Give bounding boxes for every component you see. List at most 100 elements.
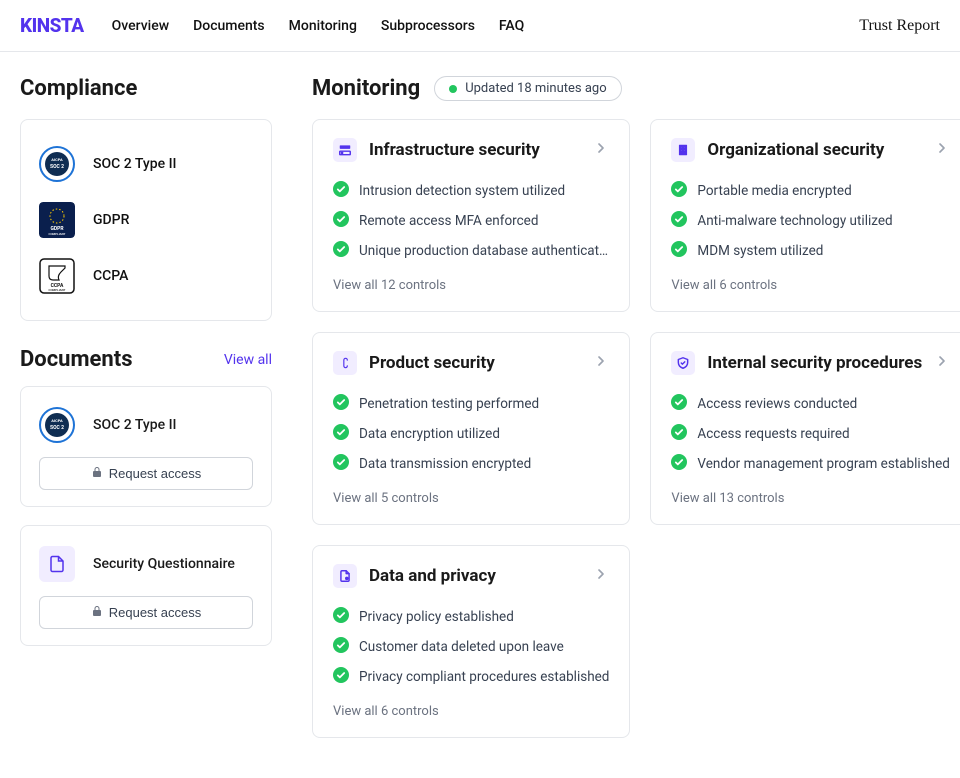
internal-icon xyxy=(671,351,695,375)
control-label: Access reviews conducted xyxy=(697,396,857,412)
control-label: Customer data deleted upon leave xyxy=(359,639,564,655)
nav-faq[interactable]: FAQ xyxy=(499,18,524,34)
check-icon xyxy=(333,607,349,627)
monitoring-card-header-infrastructure-security[interactable]: Infrastructure security xyxy=(333,138,609,162)
check-icon xyxy=(333,637,349,657)
documents-heading: Documents xyxy=(20,347,133,372)
monitoring-card-title: Organizational security xyxy=(707,140,884,160)
nav-overview[interactable]: Overview xyxy=(112,18,169,34)
updated-text: Updated 18 minutes ago xyxy=(465,81,606,96)
control-item: Intrusion detection system utilized xyxy=(333,176,609,206)
control-label: Vendor management program established xyxy=(697,456,949,472)
control-label: Penetration testing performed xyxy=(359,396,539,412)
control-item: Remote access MFA enforced xyxy=(333,206,609,236)
soc2-badge-icon: AICPA SOC 2 xyxy=(39,407,75,443)
monitoring-card-title: Data and privacy xyxy=(369,566,496,586)
compliance-item-label: GDPR xyxy=(93,212,129,228)
chevron-right-icon xyxy=(593,566,609,586)
lock-icon xyxy=(91,605,103,620)
infra-icon xyxy=(333,138,357,162)
request-access-button[interactable]: Request access xyxy=(39,596,253,629)
control-item: Portable media encrypted xyxy=(671,176,949,206)
chevron-right-icon xyxy=(593,140,609,160)
control-label: Data encryption utilized xyxy=(359,426,500,442)
control-label: Unique production database authenticat… xyxy=(359,243,608,259)
monitoring-card: Organizational security Portable media en… xyxy=(650,119,960,312)
chevron-right-icon xyxy=(934,140,950,160)
monitoring-card: Data and privacy Privacy policy establish… xyxy=(312,545,630,738)
svg-text:SOC 2: SOC 2 xyxy=(50,164,64,170)
document-icon xyxy=(39,546,75,582)
org-icon xyxy=(671,138,695,162)
svg-text:COMPLIANT: COMPLIANT xyxy=(49,288,66,292)
document-label: SOC 2 Type II xyxy=(93,417,177,433)
monitoring-card-header-organizational-security[interactable]: Organizational security xyxy=(671,138,949,162)
control-item: Customer data deleted upon leave xyxy=(333,632,609,662)
top-bar: KINSTA Overview Documents Monitoring Sub… xyxy=(0,0,960,52)
compliance-item-soc2[interactable]: AICPA SOC 2 SOC 2 Type II xyxy=(39,136,253,192)
control-label: Anti-malware technology utilized xyxy=(697,213,892,229)
svg-text:AICPA: AICPA xyxy=(51,418,63,423)
monitoring-card: Internal security procedures Access revie… xyxy=(650,332,960,525)
lock-icon xyxy=(91,466,103,481)
check-icon xyxy=(333,454,349,474)
control-label: Data transmission encrypted xyxy=(359,456,531,472)
updated-pill: Updated 18 minutes ago xyxy=(434,76,621,101)
view-all-controls-link[interactable]: View all 6 controls xyxy=(671,278,949,293)
control-item: Data encryption utilized xyxy=(333,419,609,449)
view-all-controls-link[interactable]: View all 13 controls xyxy=(671,491,949,506)
document-card-security-questionnaire: Security Questionnaire Request access xyxy=(20,525,272,646)
view-all-controls-link[interactable]: View all 12 controls xyxy=(333,278,609,293)
control-item: Vendor management program established xyxy=(671,449,949,479)
monitoring-card: Product security Penetration testing perf… xyxy=(312,332,630,525)
control-item: Privacy policy established xyxy=(333,602,609,632)
control-label: Portable media encrypted xyxy=(697,183,851,199)
control-item: Unique production database authenticat… xyxy=(333,236,609,266)
check-icon xyxy=(671,181,687,201)
control-label: Intrusion detection system utilized xyxy=(359,183,565,199)
compliance-card: AICPASOC 2 SOC 2 Type II GDPRCOMPLIANT G… xyxy=(20,119,272,321)
request-access-label: Request access xyxy=(109,466,202,481)
nav-monitoring[interactable]: Monitoring xyxy=(289,18,357,34)
chevron-right-icon xyxy=(934,353,950,373)
check-icon xyxy=(671,454,687,474)
svg-text:COMPLIANT: COMPLIANT xyxy=(49,232,66,236)
svg-text:AICPA: AICPA xyxy=(51,157,63,162)
monitoring-card-header-product-security[interactable]: Product security xyxy=(333,351,609,375)
ccpa-badge-icon: CCPACOMPLIANT xyxy=(39,258,75,294)
compliance-item-ccpa[interactable]: CCPACOMPLIANT CCPA xyxy=(39,248,253,304)
monitoring-heading: Monitoring xyxy=(312,76,420,101)
nav-subprocessors[interactable]: Subprocessors xyxy=(381,18,475,34)
control-item: Penetration testing performed xyxy=(333,389,609,419)
check-icon xyxy=(671,394,687,414)
monitoring-card-title: Internal security procedures xyxy=(707,353,922,373)
view-all-controls-link[interactable]: View all 5 controls xyxy=(333,491,609,506)
document-card-soc2: AICPA SOC 2 SOC 2 Type II Request access xyxy=(20,386,272,507)
soc2-badge-icon: AICPA SOC 2 xyxy=(39,146,75,182)
compliance-item-label: SOC 2 Type II xyxy=(93,156,177,172)
view-all-controls-link[interactable]: View all 6 controls xyxy=(333,704,609,719)
trust-report-label: Trust Report xyxy=(859,17,940,35)
documents-view-all-link[interactable]: View all xyxy=(224,352,272,368)
main-nav: Overview Documents Monitoring Subprocess… xyxy=(112,18,525,34)
svg-text:SOC 2: SOC 2 xyxy=(50,425,64,431)
monitoring-card-header-data-and-privacy[interactable]: Data and privacy xyxy=(333,564,609,588)
control-label: Privacy policy established xyxy=(359,609,514,625)
check-icon xyxy=(333,181,349,201)
compliance-heading: Compliance xyxy=(20,76,272,101)
check-icon xyxy=(671,424,687,444)
request-access-label: Request access xyxy=(109,605,202,620)
control-item: Anti-malware technology utilized xyxy=(671,206,949,236)
monitoring-card-header-internal-security-procedures[interactable]: Internal security procedures xyxy=(671,351,949,375)
gdpr-badge-icon: GDPRCOMPLIANT xyxy=(39,202,75,238)
nav-documents[interactable]: Documents xyxy=(193,18,265,34)
compliance-item-gdpr[interactable]: GDPRCOMPLIANT GDPR xyxy=(39,192,253,248)
check-icon xyxy=(333,211,349,231)
chevron-right-icon xyxy=(593,353,609,373)
request-access-button[interactable]: Request access xyxy=(39,457,253,490)
monitoring-card-title: Infrastructure security xyxy=(369,140,540,160)
control-item: Access reviews conducted xyxy=(671,389,949,419)
control-item: Privacy compliant procedures established xyxy=(333,662,609,692)
control-label: Access requests required xyxy=(697,426,849,442)
document-label: Security Questionnaire xyxy=(93,556,235,572)
